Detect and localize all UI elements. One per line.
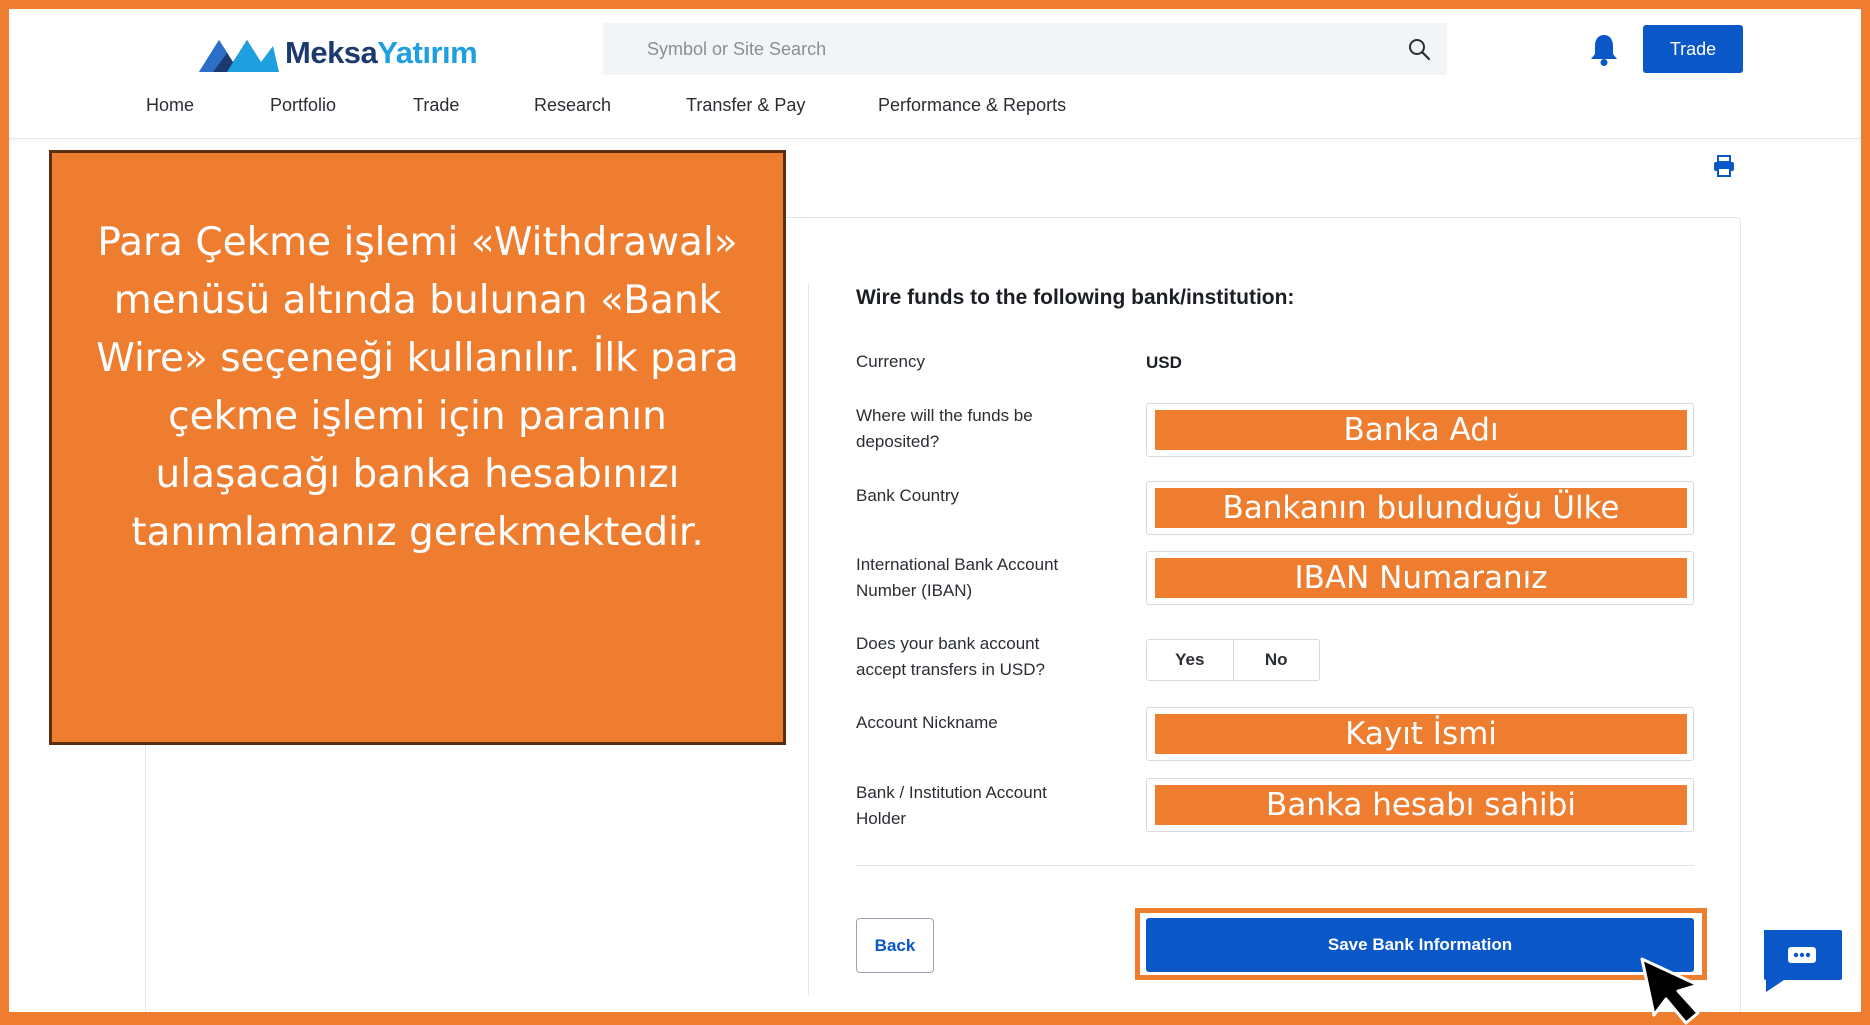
form-title: Wire funds to the following bank/institu… (856, 286, 1295, 309)
no-option[interactable]: No (1232, 640, 1320, 680)
callout-text: Para Çekme işlemi «Withdrawal» menüsü al… (96, 219, 739, 555)
usd-question-label: Does your bank account accept transfers … (856, 634, 1045, 679)
print-icon[interactable] (1712, 154, 1736, 178)
chat-icon[interactable] (1760, 926, 1844, 994)
nickname-field[interactable]: Kayıt İsmi (1146, 707, 1694, 761)
deposit-overlay: Banka Adı (1155, 410, 1687, 450)
logo[interactable]: MeksaYatırım (197, 23, 478, 83)
frame-bottom-bar (0, 1012, 1870, 1025)
iban-label: International Bank Account Number (IBAN) (856, 555, 1059, 600)
account-holder-overlay: Banka hesabı sahibi (1155, 785, 1687, 825)
bank-country-field[interactable]: Bankanın bulunduğu Ülke (1146, 481, 1694, 535)
yes-option[interactable]: Yes (1147, 640, 1233, 680)
deposit-label: Where will the funds be deposited? (856, 406, 1033, 451)
usd-accept-toggle: Yes No (1146, 639, 1320, 681)
site-header: MeksaYatırım Trade Home Portfolio Trade … (9, 9, 1861, 139)
iban-field[interactable]: IBAN Numaranız (1146, 551, 1694, 605)
logo-mark-icon (199, 40, 279, 72)
nav-item-performance-reports[interactable]: Performance & Reports (878, 95, 1066, 116)
search-icon[interactable] (1407, 37, 1431, 61)
nav-item-portfolio[interactable]: Portfolio (270, 95, 336, 116)
back-button[interactable]: Back (856, 918, 934, 973)
iban-overlay: IBAN Numaranız (1155, 558, 1687, 598)
nickname-overlay: Kayıt İsmi (1155, 714, 1687, 754)
bank-country-label: Bank Country (856, 486, 959, 505)
form-divider (856, 865, 1694, 866)
save-bank-information-button[interactable]: Save Bank Information (1146, 918, 1694, 972)
bell-icon[interactable] (1589, 33, 1619, 67)
currency-value: USD (1146, 353, 1182, 372)
bank-country-overlay: Bankanın bulunduğu Ülke (1155, 488, 1687, 528)
logo-wordmark: MeksaYatırım (285, 35, 478, 71)
trade-button[interactable]: Trade (1643, 25, 1743, 73)
nav-item-research[interactable]: Research (534, 95, 611, 116)
logo-text-part1: Meksa (285, 35, 378, 70)
deposit-field[interactable]: Banka Adı (1146, 403, 1694, 457)
search-bar (603, 23, 1447, 75)
nav-item-transfer-pay[interactable]: Transfer & Pay (686, 95, 805, 116)
logo-text-part2: Yatırım (377, 35, 478, 70)
account-holder-field[interactable]: Banka hesabı sahibi (1146, 778, 1694, 832)
vertical-divider (808, 283, 809, 995)
nickname-label: Account Nickname (856, 713, 998, 732)
currency-label: Currency (856, 352, 925, 371)
instruction-callout: Para Çekme işlemi «Withdrawal» menüsü al… (49, 150, 786, 745)
search-input[interactable] (603, 23, 1383, 75)
nav-item-trade[interactable]: Trade (413, 95, 459, 116)
account-holder-label: Bank / Institution Account Holder (856, 783, 1047, 828)
cursor-arrow-icon (1640, 957, 1700, 1025)
nav-item-home[interactable]: Home (146, 95, 194, 116)
